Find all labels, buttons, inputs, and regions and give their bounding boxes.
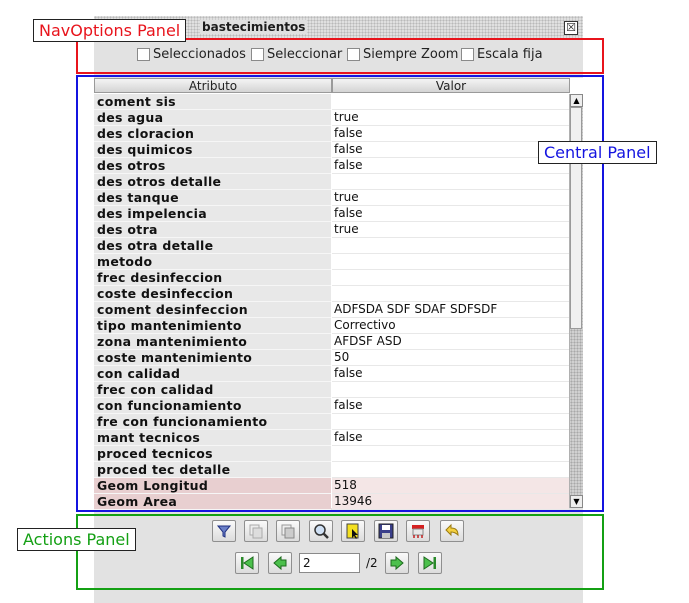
actions-annotation-box [76,514,604,590]
window-title: bastecimientos [200,20,308,34]
central-panel-label: Central Panel [538,141,657,164]
navoptions-panel-label: NavOptions Panel [33,19,187,42]
close-icon[interactable]: ☒ [564,21,578,35]
actions-panel-label: Actions Panel [17,528,136,551]
central-annotation-box [76,75,604,512]
navoptions-annotation-box [76,38,604,74]
